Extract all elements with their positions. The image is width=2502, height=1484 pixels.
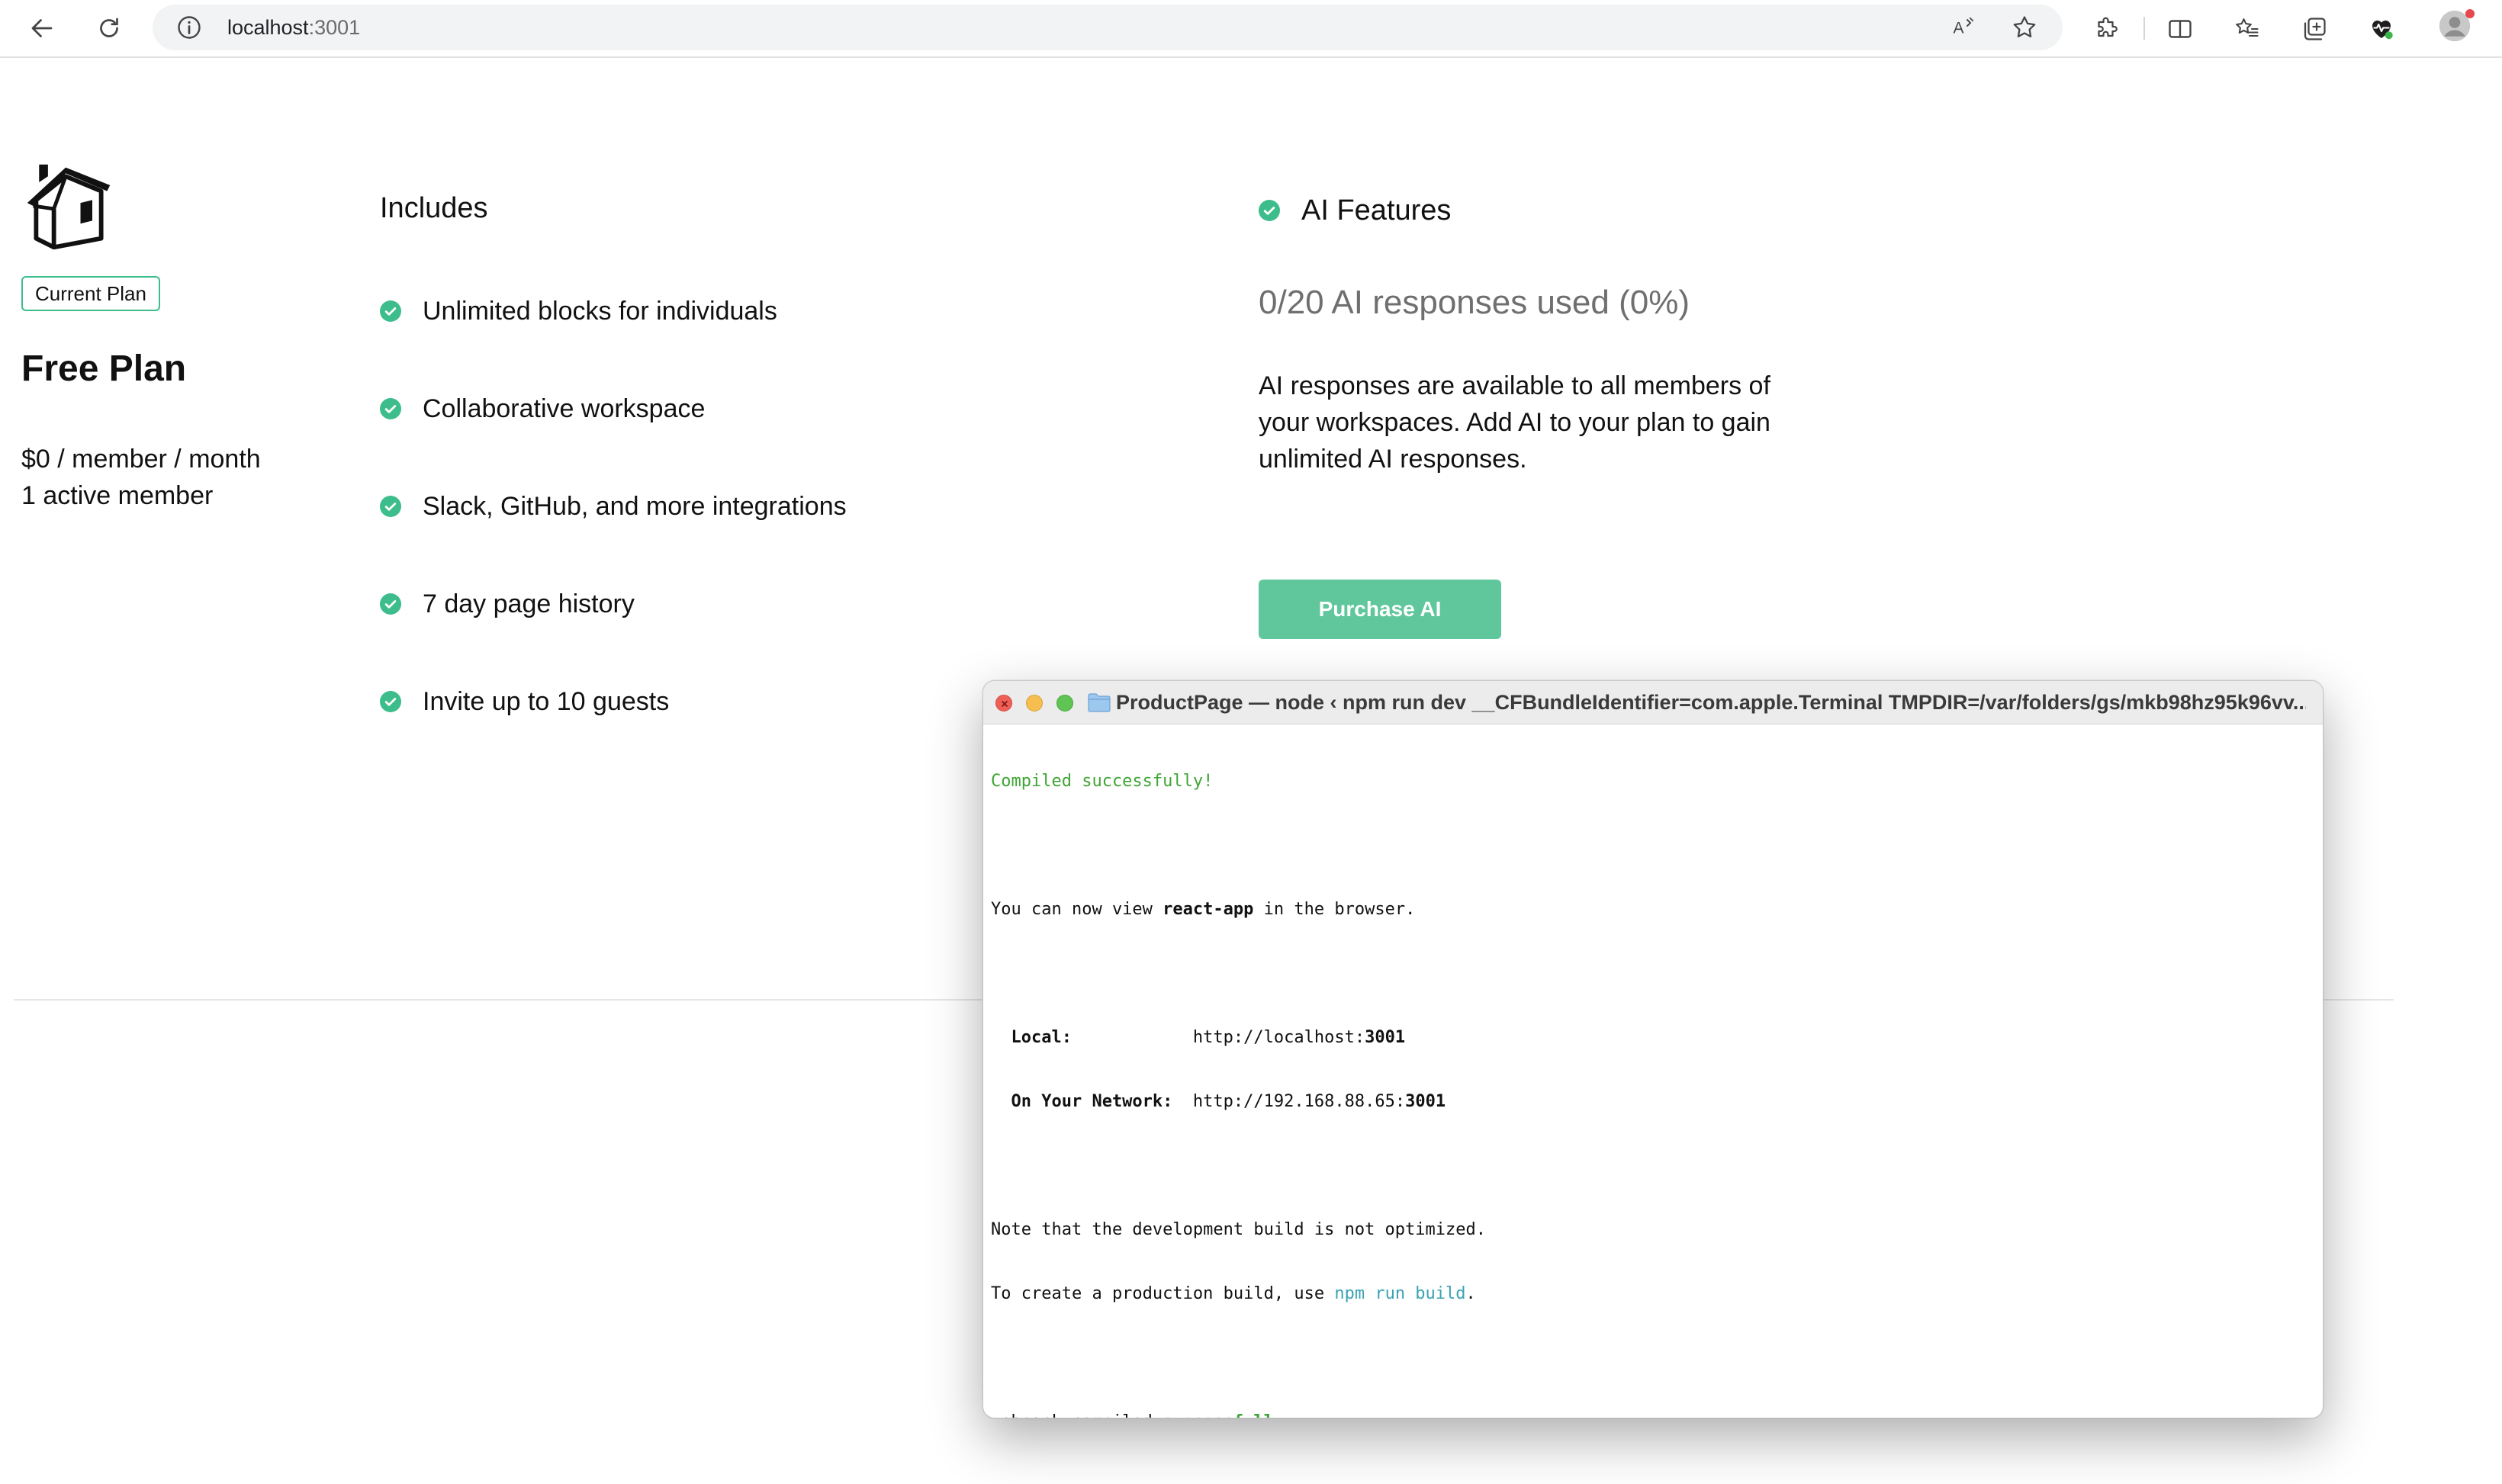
close-icon — [1002, 701, 1008, 707]
feature-item: Slack, GitHub, and more integrations — [380, 488, 847, 525]
plan-price: $0 / member / month — [21, 445, 261, 474]
house-icon — [27, 164, 111, 250]
webpack-status: successfully — [1163, 1412, 1284, 1418]
build-hint-prefix: To create a production build, use — [991, 1284, 1335, 1303]
feature-label: Collaborative workspace — [423, 393, 706, 423]
ai-usage-text: 0/20 AI responses used (0%) — [1259, 284, 1690, 321]
local-label: Local: — [991, 1028, 1072, 1047]
feature-item: Unlimited blocks for individuals — [380, 293, 777, 329]
plan-name: Free Plan — [21, 349, 187, 389]
zoom-window-button[interactable] — [1056, 695, 1073, 711]
browser-toolbar: localhost:3001 A — [0, 0, 2502, 58]
read-aloud-icon[interactable]: A — [1950, 14, 1977, 41]
feature-label: Invite up to 10 guests — [423, 686, 670, 716]
info-icon[interactable] — [175, 14, 203, 41]
feature-item: Collaborative workspace — [380, 390, 705, 427]
ai-features-title: AI Features — [1259, 192, 1451, 229]
check-circle-icon — [380, 300, 401, 322]
favorites-list-icon[interactable] — [2232, 14, 2262, 44]
local-url-line: Local: http://localhost:3001 — [991, 1027, 2315, 1049]
toolbar-divider — [2143, 17, 2145, 40]
ai-features-label: AI Features — [1301, 194, 1452, 226]
check-circle-icon — [1259, 200, 1280, 221]
local-url-port: 3001 — [1365, 1028, 1406, 1047]
compiled-line: Compiled successfully! — [991, 772, 1214, 791]
local-url-base: http://localhost: — [1192, 1028, 1365, 1047]
purchase-ai-button[interactable]: Purchase AI — [1259, 580, 1501, 639]
url-host: localhost — [227, 16, 309, 39]
terminal-output[interactable]: Compiled successfully! You can now view … — [991, 728, 2315, 1418]
view-suffix: in the browser. — [1253, 900, 1416, 919]
current-plan-badge: Current Plan — [21, 276, 160, 311]
minimize-window-button[interactable] — [1026, 695, 1043, 711]
network-url-base: http://192.168.88.65: — [1192, 1092, 1406, 1111]
svg-text:A: A — [1954, 20, 1964, 37]
feature-label: Slack, GitHub, and more integrations — [423, 491, 847, 521]
note-line: Note that the development build is not o… — [991, 1220, 1487, 1239]
network-url-line: On Your Network: http://192.168.88.65:30… — [991, 1091, 2315, 1113]
network-label: On Your Network: — [991, 1092, 1173, 1111]
network-pad — [1172, 1092, 1193, 1111]
includes-title: Includes — [380, 192, 488, 224]
terminal-title: ProductPage — node ‹ npm run dev __CFBun… — [1116, 691, 2306, 714]
notification-dot — [2465, 9, 2475, 18]
view-line: You can now view react-app in the browse… — [991, 899, 2315, 920]
url-port: :3001 — [308, 16, 361, 39]
puzzle-icon[interactable] — [2092, 14, 2122, 44]
check-circle-icon — [380, 593, 401, 615]
feature-label: 7 day page history — [423, 589, 635, 618]
local-pad — [1072, 1028, 1193, 1047]
plan-members: 1 active member — [21, 481, 214, 510]
address-bar[interactable]: localhost:3001 A — [153, 5, 2063, 50]
feature-item: 7 day page history — [380, 586, 635, 622]
check-circle-icon — [380, 398, 401, 419]
star-icon[interactable] — [2011, 14, 2038, 41]
build-hint-line: To create a production build, use npm ru… — [991, 1283, 2315, 1305]
split-screen-icon[interactable] — [2165, 14, 2195, 44]
refresh-icon[interactable] — [90, 9, 128, 47]
feature-label: Unlimited blocks for individuals — [423, 296, 777, 326]
url-text[interactable]: localhost:3001 — [227, 14, 360, 40]
build-hint-suffix: . — [1465, 1284, 1476, 1303]
heart-pulse-icon[interactable] — [2366, 14, 2397, 44]
folder-icon — [1088, 693, 1111, 712]
network-url-port: 3001 — [1405, 1092, 1446, 1111]
feature-item: Invite up to 10 guests — [380, 683, 669, 720]
check-circle-icon — [380, 496, 401, 517]
collections-icon[interactable] — [2299, 14, 2330, 44]
terminal-window[interactable]: ProductPage — node ‹ npm run dev __CFBun… — [982, 680, 2324, 1418]
check-circle-icon — [380, 691, 401, 712]
ai-description: AI responses are available to all member… — [1259, 371, 1770, 474]
terminal-titlebar[interactable]: ProductPage — node ‹ npm run dev __CFBun… — [983, 681, 2323, 724]
app-name: react-app — [1163, 900, 1254, 919]
close-window-button[interactable] — [995, 695, 1012, 711]
view-prefix: You can now view — [991, 900, 1163, 919]
back-arrow-icon[interactable] — [23, 9, 61, 47]
webpack-prefix: webpack compiled — [991, 1412, 1163, 1418]
webpack-line: webpack compiled successfully — [991, 1412, 2315, 1418]
build-command: npm run build — [1334, 1284, 1466, 1303]
